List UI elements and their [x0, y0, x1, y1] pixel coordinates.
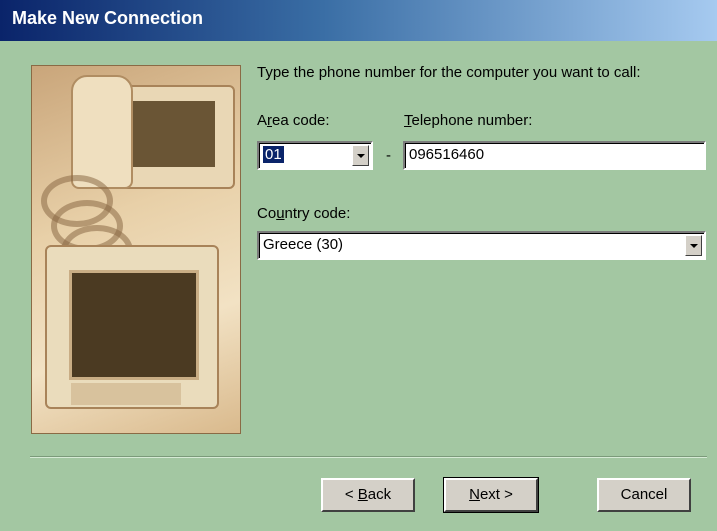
chevron-down-icon [690, 244, 698, 248]
next-button[interactable]: Next > [443, 477, 539, 513]
country-code-label: Country code: [257, 205, 351, 222]
back-button[interactable]: < Back [321, 478, 415, 512]
area-code-dropdown-button[interactable] [352, 145, 369, 166]
country-code-dropdown-button[interactable] [685, 235, 702, 256]
area-code-label: Area code: [257, 112, 330, 129]
wizard-illustration [31, 65, 241, 434]
telephone-number-label: Telephone number: [404, 112, 533, 129]
country-code-value: Greece (30) [263, 236, 344, 253]
telephone-number-input[interactable]: 096516460 [403, 141, 706, 170]
dash-separator: - [386, 147, 391, 164]
title-bar: Make New Connection [0, 0, 717, 41]
divider [30, 456, 707, 458]
cancel-button[interactable]: Cancel [597, 478, 691, 512]
area-code-combobox[interactable]: 01 [257, 141, 373, 170]
instruction-text: Type the phone number for the computer y… [257, 64, 641, 81]
chevron-down-icon [357, 154, 365, 158]
country-code-combobox[interactable]: Greece (30) [257, 231, 706, 260]
telephone-number-value: 096516460 [409, 146, 485, 163]
area-code-value: 01 [263, 146, 284, 163]
window-title: Make New Connection [12, 8, 204, 28]
